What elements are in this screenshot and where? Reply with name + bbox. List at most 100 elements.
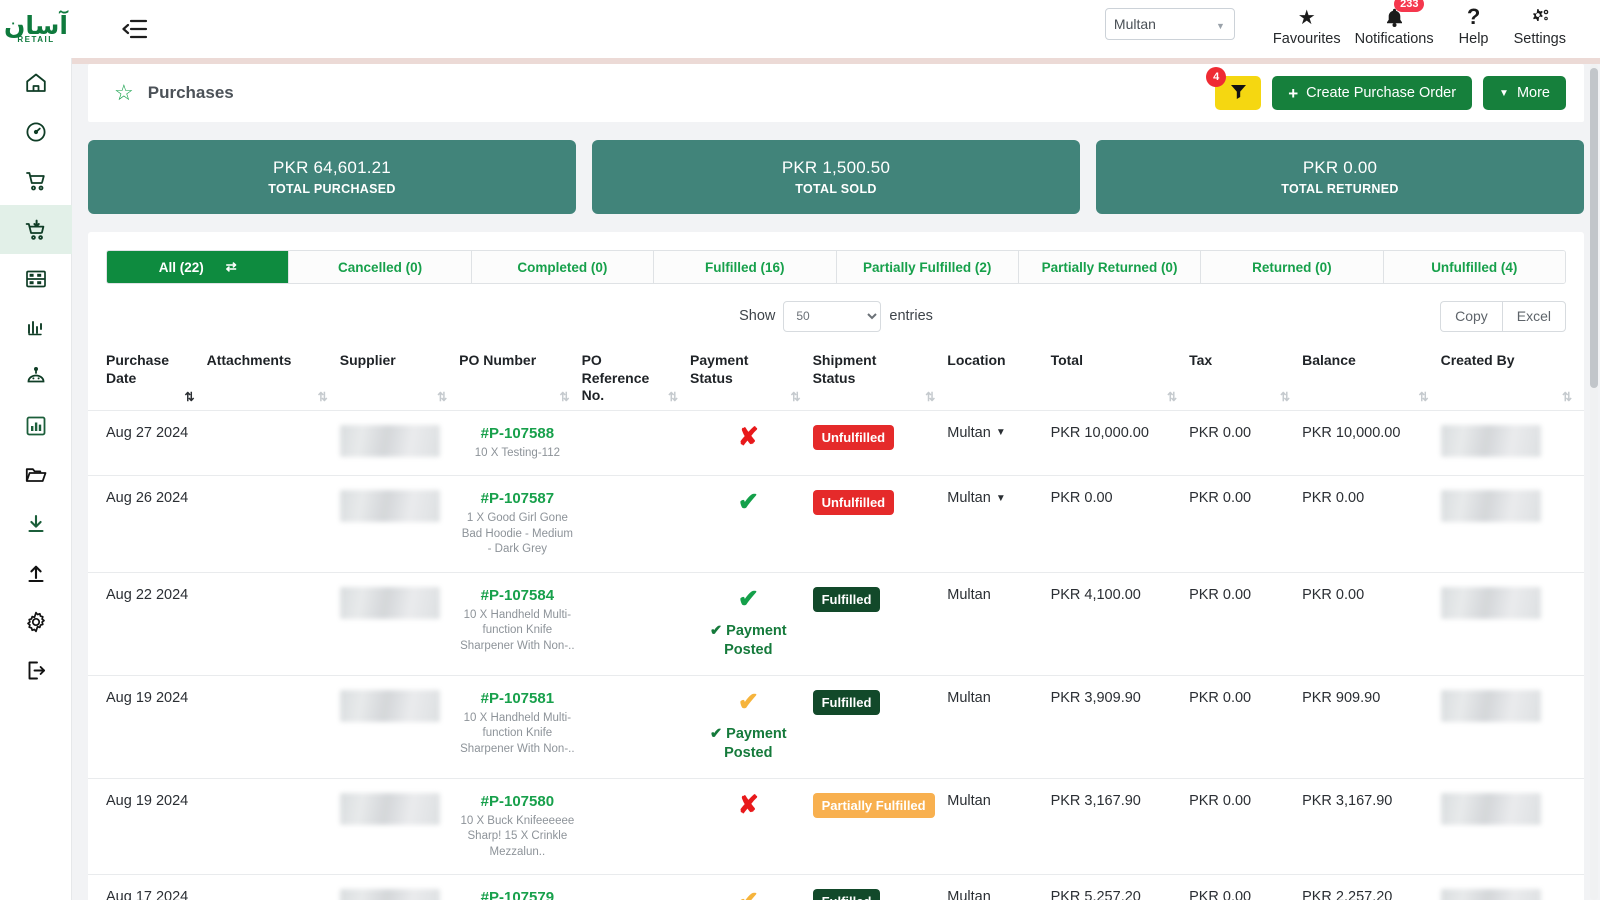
column-balance[interactable]: Balance ⇅	[1302, 344, 1441, 410]
favourite-star-icon[interactable]: ☆	[114, 82, 134, 104]
gear-icon	[1529, 5, 1551, 29]
table-row[interactable]: Aug 17 2024 #P-10757915 X Handheld Multi-…	[88, 874, 1584, 900]
tab-cancelled[interactable]: Cancelled (0)	[289, 251, 472, 283]
cell-location[interactable]: Multan ▼	[947, 409, 1051, 476]
sidebar-item-automation[interactable]	[0, 352, 72, 401]
po-number-link[interactable]: #P-107579	[481, 889, 554, 900]
sidebar-item-sales[interactable]	[0, 156, 72, 205]
sidebar-item-export[interactable]	[0, 548, 72, 597]
sidebar-item-home[interactable]	[0, 58, 72, 107]
table-row[interactable]: Aug 27 2024 #P-107588 10 X Testing-112 ✘ Unf…	[88, 409, 1584, 476]
sort-icon[interactable]: ⇅	[1419, 390, 1429, 404]
notifications-button[interactable]: 233 Notifications	[1351, 0, 1438, 53]
tab-partially-returned[interactable]: Partially Returned (0)	[1018, 251, 1202, 283]
top-bar: آسان RETAIL Multan ▼ ★ Favourites 233 No…	[0, 0, 1600, 58]
cell-shipment-status: Fulfilled	[812, 571, 948, 676]
column-po-number[interactable]: PO Number ⇅	[459, 344, 581, 410]
sort-icon[interactable]: ⇅	[560, 390, 570, 404]
filter-button[interactable]: 4	[1206, 67, 1262, 110]
settings-button[interactable]: Settings	[1510, 5, 1570, 53]
sidebar	[0, 58, 72, 900]
chevron-down-icon[interactable]: ▼	[996, 427, 1006, 438]
column-created-by[interactable]: Created By ⇅	[1441, 344, 1584, 410]
sort-icon[interactable]: ⇅	[1280, 390, 1290, 404]
cell-total: PKR 5,257.20	[1050, 874, 1190, 900]
table-row[interactable]: Aug 26 2024 #P-107587 1 X Good Girl Gone B…	[88, 475, 1584, 573]
column-po-reference-no[interactable]: PO Reference No. ⇅	[582, 344, 690, 410]
sort-icon[interactable]: ⇅	[185, 390, 195, 404]
po-number-link[interactable]: #P-107580	[481, 793, 554, 810]
po-number-link[interactable]: #P-107587	[481, 490, 554, 507]
sidebar-item-files[interactable]	[0, 450, 72, 499]
sidebar-item-logout[interactable]	[0, 646, 72, 695]
cell-purchase-date: Aug 22 2024	[88, 571, 207, 676]
more-label: More	[1516, 85, 1550, 101]
column-payment-status[interactable]: Payment Status ⇅	[690, 344, 813, 410]
stat-value: PKR 1,500.50	[781, 158, 891, 177]
cell-total: PKR 3,909.90	[1050, 674, 1190, 779]
sort-icon[interactable]: ⇅	[668, 390, 678, 404]
app-logo[interactable]: آسان RETAIL	[0, 0, 72, 58]
more-button[interactable]: ▼ More	[1483, 76, 1566, 110]
column-attachments[interactable]: Attachments ⇅	[207, 344, 340, 410]
cell-created-by	[1440, 475, 1584, 573]
sort-icon[interactable]: ⇅	[437, 390, 447, 404]
column-supplier[interactable]: Supplier ⇅	[340, 344, 459, 410]
sort-icon[interactable]: ⇅	[791, 390, 801, 404]
refresh-icon[interactable]: ⇄	[226, 259, 237, 275]
tab-fulfilled[interactable]: Fulfilled (16)	[654, 251, 837, 283]
location-select[interactable]: Multan	[1104, 8, 1235, 40]
sidebar-item-inventory[interactable]	[0, 254, 72, 303]
tab-completed[interactable]: Completed (0)	[471, 251, 655, 283]
entries-select[interactable]: 50	[783, 300, 882, 332]
copy-button[interactable]: Copy	[1440, 300, 1502, 332]
cell-balance: PKR 3,167.90	[1302, 777, 1441, 875]
cell-balance: PKR 2,257.20	[1302, 874, 1441, 900]
po-number-link[interactable]: #P-107584	[481, 587, 554, 604]
check-icon: ✔	[737, 488, 759, 517]
cell-created-by	[1440, 777, 1584, 875]
favourites-button[interactable]: ★ Favourites	[1269, 5, 1345, 53]
cross-icon: ✘	[737, 790, 759, 819]
column-tax[interactable]: Tax ⇅	[1189, 344, 1302, 410]
po-number-link[interactable]: #P-107581	[481, 690, 554, 707]
scrollbar-thumb[interactable]	[1590, 68, 1598, 388]
table-row[interactable]: Aug 22 2024 #P-107584 10 X Handheld Multi-…	[88, 571, 1584, 676]
sort-icon[interactable]: ⇅	[318, 390, 328, 404]
column-total[interactable]: Total ⇅	[1051, 344, 1190, 410]
column-shipment-status[interactable]: Shipment Status ⇅	[813, 344, 948, 410]
po-items-summary: 10 X Handheld Multi-function Knife Sharp…	[460, 608, 575, 652]
page-title: Purchases	[147, 83, 234, 102]
chevron-down-icon[interactable]: ▼	[996, 493, 1006, 504]
tab-partially-fulfilled[interactable]: Partially Fulfilled (2)	[836, 251, 1019, 283]
question-icon: ?	[1466, 4, 1481, 29]
sort-icon[interactable]: ⇅	[1562, 390, 1572, 404]
tab-returned[interactable]: Returned (0)	[1201, 251, 1384, 283]
sort-icon[interactable]: ⇅	[925, 390, 935, 404]
cell-shipment-status: Partially Fulfilled	[812, 777, 948, 875]
sort-icon[interactable]: ⇅	[1167, 390, 1177, 404]
cell-location[interactable]: Multan ▼	[947, 475, 1051, 573]
page-header-actions: 4 + Create Purchase Order ▼ More	[1206, 67, 1566, 110]
excel-button[interactable]: Excel	[1501, 300, 1566, 332]
sidebar-item-dashboard[interactable]	[0, 107, 72, 156]
cell-balance: PKR 0.00	[1302, 571, 1441, 676]
create-purchase-order-button[interactable]: + Create Purchase Order	[1272, 76, 1473, 110]
tab-all[interactable]: All (22) ⇄	[107, 251, 290, 283]
sidebar-item-analytics[interactable]	[0, 303, 72, 352]
sidebar-item-settings[interactable]	[0, 597, 72, 646]
sidebar-item-import[interactable]	[0, 499, 72, 548]
shipment-status-badge: Fulfilled	[812, 689, 881, 715]
cell-purchase-date: Aug 19 2024	[88, 674, 207, 779]
cell-location: Multan	[947, 874, 1051, 900]
column-purchase-date[interactable]: Purchase Date ⇅	[88, 344, 207, 410]
sidebar-item-purchases[interactable]	[0, 205, 72, 254]
table-row[interactable]: Aug 19 2024 #P-107581 10 X Handheld Multi-…	[88, 674, 1584, 779]
cell-po-reference-no	[581, 777, 691, 875]
table-row[interactable]: Aug 19 2024 #P-107580 10 X Buck Knifeeeeee…	[88, 777, 1584, 875]
help-button[interactable]: ? Help	[1444, 4, 1504, 53]
po-number-link[interactable]: #P-107588	[481, 425, 554, 442]
tab-unfulfilled[interactable]: Unfulfilled (4)	[1383, 251, 1565, 283]
sidebar-item-reports[interactable]	[0, 401, 72, 450]
sidebar-toggle-icon[interactable]	[120, 15, 150, 43]
